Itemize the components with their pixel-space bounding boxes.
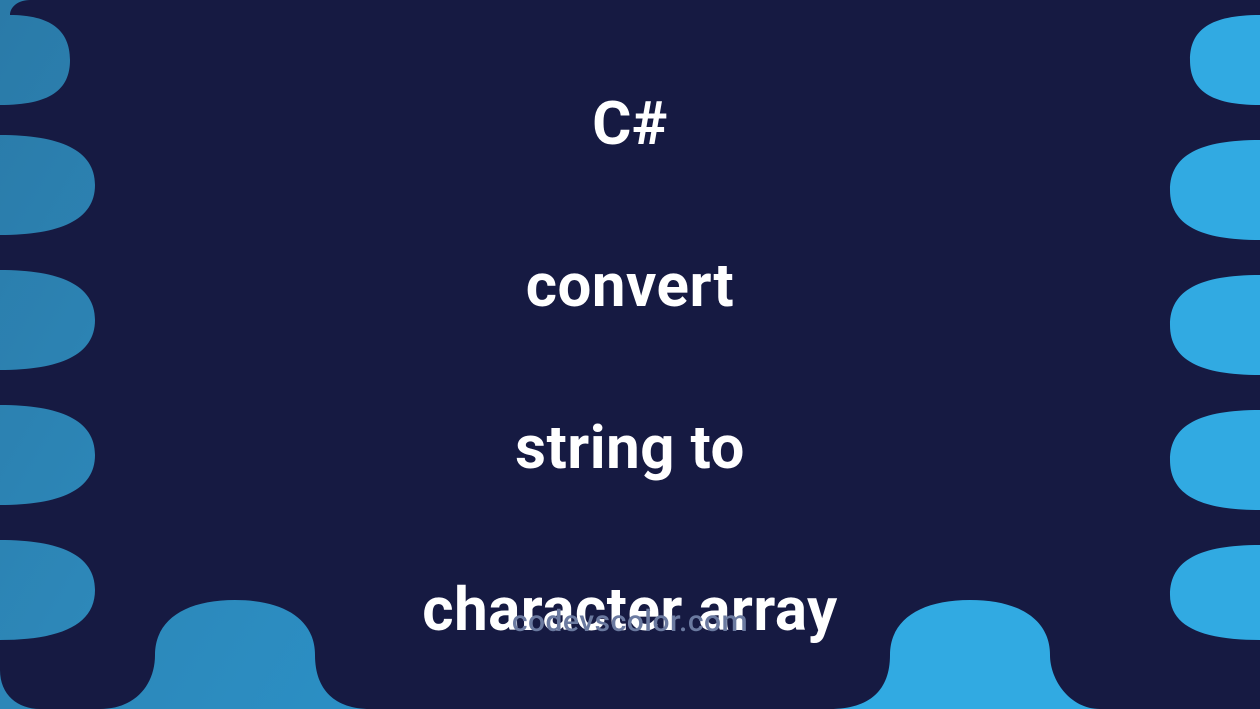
promo-banner: C# convert string to character array cod… [0, 0, 1260, 709]
title-line-3: string to [515, 412, 745, 483]
banner-title: C# convert string to character array [422, 2, 837, 650]
watermark-text: codevscolor.com [512, 604, 748, 639]
title-line-1: C# [592, 88, 668, 159]
title-line-2: convert [526, 250, 734, 321]
